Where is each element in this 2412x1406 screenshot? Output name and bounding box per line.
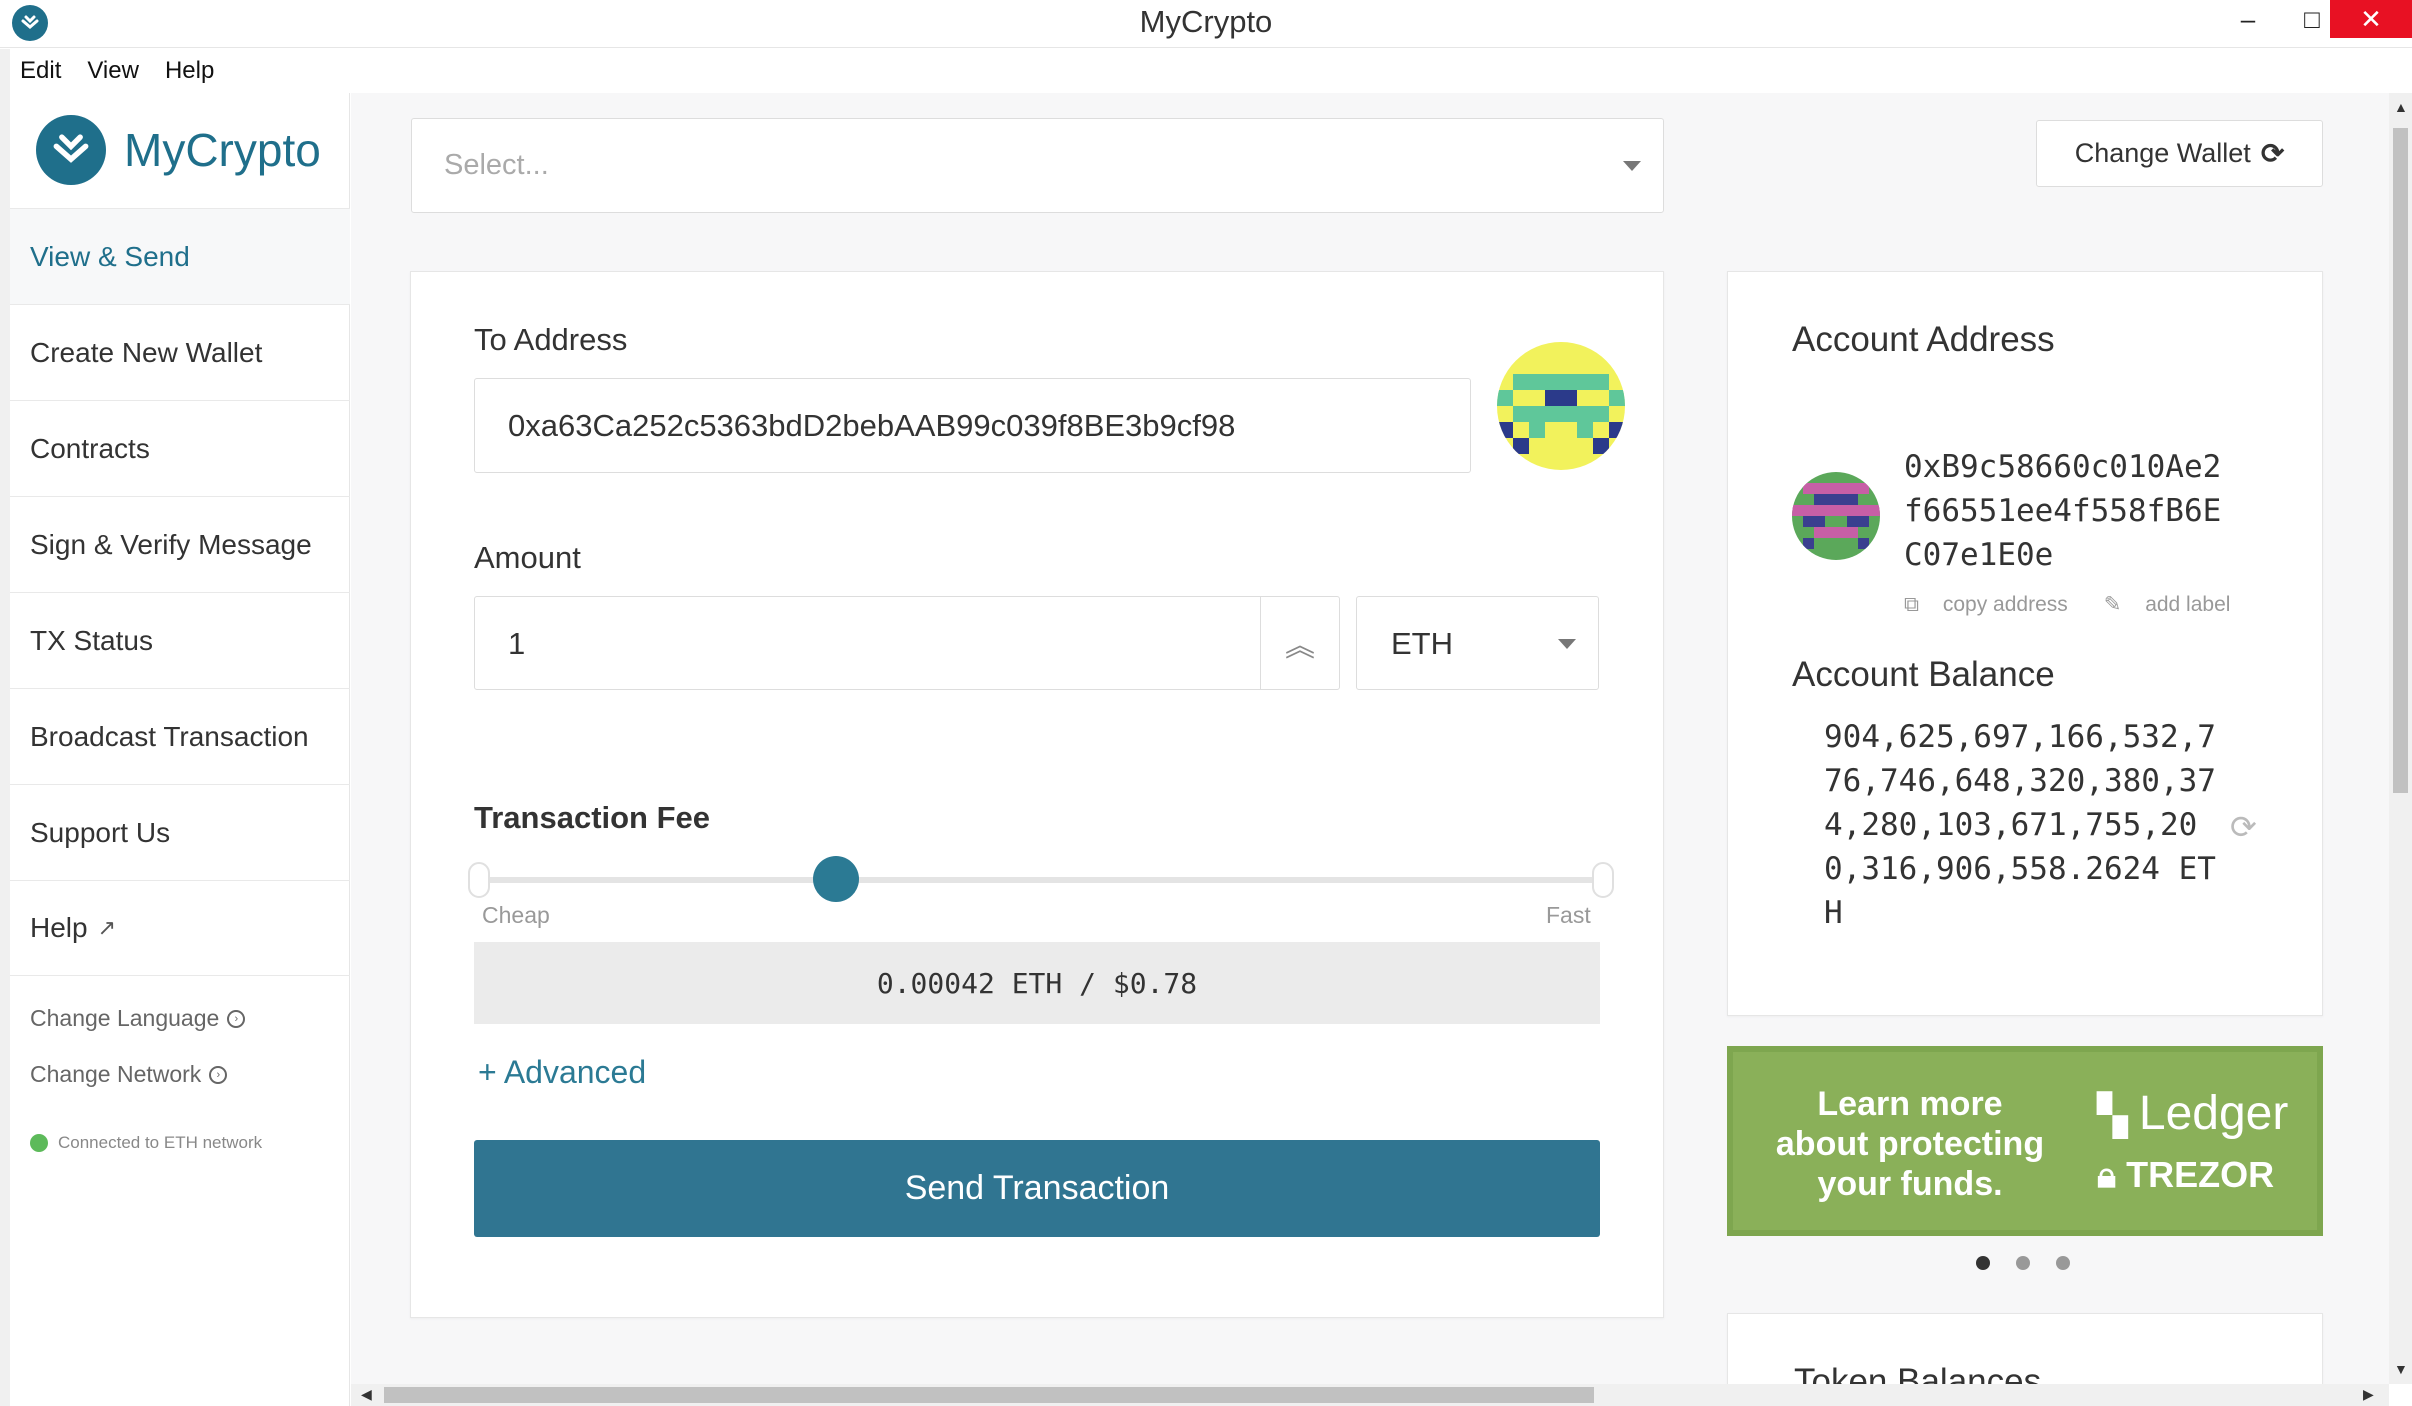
account-balance-title: Account Balance [1792, 655, 2055, 694]
change-network-link[interactable]: Change Network › [30, 1061, 228, 1088]
currency-select[interactable]: ETH [1356, 596, 1599, 690]
recipient-identicon [1497, 342, 1625, 470]
lock-icon: 🔒︎ [2097, 1154, 2127, 1195]
sidebar: MyCrypto View & Send Create New Wallet C… [10, 93, 350, 1406]
ledger-logo: ▚ Ledger [2097, 1086, 2288, 1141]
menu-bar: Edit View Help [0, 49, 2412, 93]
connected-dot-icon [30, 1134, 48, 1152]
title-bar: MyCrypto – □ ✕ [0, 0, 2412, 48]
ledger-icon: ▚ [2097, 1094, 2139, 1138]
menu-edit[interactable]: Edit [20, 57, 61, 85]
vertical-scrollbar[interactable]: ▲ ▼ [2389, 93, 2412, 1384]
fee-value: 0.00042 ETH / $0.78 [474, 942, 1600, 1024]
window-title: MyCrypto [1139, 4, 1273, 39]
sidebar-item-create-wallet[interactable]: Create New Wallet [10, 304, 350, 400]
change-wallet-label: Change Wallet [2074, 138, 2251, 168]
change-language-label: Change Language [30, 1005, 220, 1031]
menu-view[interactable]: View [87, 57, 139, 85]
amount-input[interactable]: 1 [474, 596, 1340, 690]
sidebar-item-broadcast[interactable]: Broadcast Transaction [10, 688, 350, 784]
change-language-link[interactable]: Change Language › [30, 1005, 246, 1032]
sidebar-item-sign-verify[interactable]: Sign & Verify Message [10, 496, 350, 592]
sidebar-item-help-label: Help [30, 912, 88, 943]
account-address-title: Account Address [1792, 320, 2055, 359]
chevron-down-icon [1558, 639, 1576, 649]
fee-slider-max [1592, 862, 1614, 898]
arrow-circle-icon: › [209, 1065, 228, 1084]
token-balances-card: Token Balances [1727, 1313, 2323, 1393]
refresh-icon: ⟳ [2260, 138, 2285, 169]
sidebar-item-support[interactable]: Support Us [10, 784, 350, 880]
hardware-wallet-banner[interactable]: Learn more about protecting your funds. … [1727, 1046, 2323, 1236]
mycrypto-logo-icon [36, 115, 106, 185]
to-address-value: 0xa63Ca252c5363bdD2bebAAB99c039f8BE3b9cf… [508, 408, 1236, 443]
sidebar-item-view-send[interactable]: View & Send [10, 208, 350, 304]
wallet-select[interactable]: Select... [411, 118, 1664, 213]
amount-value: 1 [508, 626, 526, 661]
copy-icon: ⧉ [1904, 592, 1925, 616]
account-actions: ⧉ copy address ✎ add label [1904, 592, 2266, 617]
scroll-left-icon[interactable]: ◀ [361, 1386, 372, 1403]
refresh-balance-icon[interactable]: ⟳ [2230, 808, 2257, 846]
carousel-dot-3[interactable] [2056, 1256, 2070, 1270]
account-address: 0xB9c58660c010Ae2f66551ee4f558fB6EC07e1E… [1904, 449, 2222, 573]
transaction-fee-title: Transaction Fee [474, 800, 711, 835]
account-identicon [1792, 472, 1880, 560]
advanced-toggle[interactable]: + Advanced [478, 1054, 646, 1091]
window-frame [0, 93, 10, 1406]
brand-name: MyCrypto [124, 124, 321, 176]
scroll-down-icon[interactable]: ▼ [2394, 1361, 2408, 1377]
wallet-select-placeholder: Select... [444, 149, 549, 181]
change-wallet-button[interactable]: Change Wallet ⟳ [2036, 120, 2323, 187]
banner-text: Learn more about protecting your funds. [1775, 1085, 2045, 1203]
to-address-input[interactable]: 0xa63Ca252c5363bdD2bebAAB99c039f8BE3b9cf… [474, 378, 1471, 473]
arrow-circle-icon: › [227, 1009, 246, 1028]
menu-help[interactable]: Help [165, 57, 214, 85]
to-address-label: To Address [474, 322, 628, 357]
account-balance-value: 904,625,697,166,532,776,746,648,320,380,… [1824, 719, 2216, 931]
sidebar-item-help[interactable]: Help ↗ [10, 880, 350, 976]
horizontal-scroll-thumb[interactable] [384, 1387, 1594, 1403]
currency-value: ETH [1391, 626, 1453, 661]
add-label-label: add label [2145, 593, 2231, 616]
carousel-dot-1[interactable] [1976, 1256, 1990, 1270]
minimize-button[interactable]: – [2216, 0, 2280, 38]
amount-label: Amount [474, 540, 581, 575]
network-status: Connected to ETH network [30, 1133, 262, 1153]
copy-address-label: copy address [1942, 592, 2068, 616]
horizontal-scrollbar[interactable]: ◀ ▶ [351, 1384, 2389, 1406]
scroll-up-icon[interactable]: ▲ [2394, 99, 2408, 115]
fee-cheap-label: Cheap [482, 902, 550, 928]
sidebar-item-tx-status[interactable]: TX Status [10, 592, 350, 688]
change-network-label: Change Network [30, 1061, 202, 1087]
send-transaction-button[interactable]: Send Transaction [474, 1140, 1600, 1237]
sidebar-item-contracts[interactable]: Contracts [10, 400, 350, 496]
max-amount-icon[interactable]: ︽ [1260, 596, 1339, 690]
scroll-right-icon[interactable]: ▶ [2363, 1386, 2374, 1403]
trezor-label: TREZOR [2126, 1154, 2275, 1195]
fee-fast-label: Fast [1546, 902, 1591, 928]
carousel-dots [1976, 1256, 2096, 1270]
close-button[interactable]: ✕ [2330, 0, 2412, 38]
ledger-label: Ledger [2138, 1087, 2289, 1140]
network-status-text: Connected to ETH network [58, 1133, 263, 1152]
copy-address-link[interactable]: ⧉ copy address [1904, 593, 2086, 617]
fee-slider-min [468, 862, 490, 898]
add-label-link[interactable]: ✎ add label [2104, 592, 2249, 617]
trezor-logo: 🔒︎ TREZOR [2097, 1154, 2274, 1197]
pencil-icon: ✎ [2103, 593, 2128, 616]
fee-slider-track[interactable] [478, 877, 1604, 883]
chevron-down-icon [1623, 161, 1641, 171]
carousel-dot-2[interactable] [2016, 1256, 2030, 1270]
brand-logo[interactable]: MyCrypto [36, 115, 321, 185]
sidebar-nav: View & Send Create New Wallet Contracts … [10, 208, 350, 976]
vertical-scroll-thumb[interactable] [2393, 128, 2408, 793]
fee-slider-handle[interactable] [813, 856, 859, 902]
external-link-icon: ↗ [97, 915, 117, 940]
